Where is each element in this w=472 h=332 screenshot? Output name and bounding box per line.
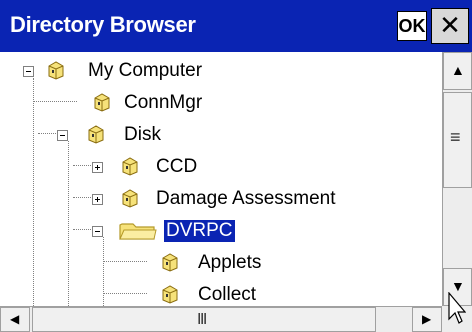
window-title: Directory Browser [10,12,196,37]
tree-item-my-computer[interactable]: My Computer [0,56,442,88]
right-arrow-icon: ▶ [422,312,432,326]
scroll-left-button[interactable]: ◀ [0,307,30,332]
mouse-cursor-icon [448,292,466,324]
tree-item-damage-assessment[interactable]: Damage Assessment [0,184,442,216]
tree-item-label: ConnMgr [124,92,203,113]
title-bar: Directory Browser OK ✕ [0,0,472,52]
tree-item-disk[interactable]: Disk [0,120,442,152]
tree-item-applets[interactable]: Applets [0,248,442,280]
horizontal-scroll-thumb[interactable]: Ⅲ [32,307,376,332]
tree-item-ccd[interactable]: CCD [0,152,442,184]
tree-item-dvrpc[interactable]: DVRPC [0,216,442,248]
expand-toggle-icon[interactable] [92,194,103,205]
folder-icon [94,93,110,112]
tree-item-label: CCD [156,156,198,177]
directory-tree: My Computer ConnMgr Disk CCD Damage Asse… [0,52,442,306]
tree-item-label: Applets [198,252,262,273]
vertical-scrollbar[interactable]: ▲ ≡ ▼ [442,52,472,306]
collapse-toggle-icon[interactable] [23,66,34,77]
tree-item-label: Damage Assessment [156,188,336,209]
grip-icon: ≡ [450,127,461,147]
left-arrow-icon: ◀ [10,312,20,326]
tree-item-connmgr[interactable]: ConnMgr [0,88,442,120]
vertical-scroll-thumb[interactable]: ≡ [443,92,472,188]
collapse-toggle-icon[interactable] [92,226,103,237]
computer-icon [48,61,64,80]
tree-item-label: DVRPC [164,220,235,242]
folder-icon [162,285,178,304]
folder-icon [122,189,138,208]
collapse-toggle-icon[interactable] [57,130,68,141]
folder-icon [122,157,138,176]
folder-icon [88,125,104,144]
grip-icon: Ⅲ [197,311,208,328]
tree-item-label: My Computer [88,60,203,81]
open-folder-icon [119,223,157,240]
expand-toggle-icon[interactable] [92,162,103,173]
scroll-up-button[interactable]: ▲ [443,52,472,90]
tree-item-label: Collect [198,284,257,305]
scrollbar-corner [442,292,472,332]
directory-browser-window: Directory Browser OK ✕ My Computer ConnM… [0,0,472,332]
up-arrow-icon: ▲ [451,62,465,78]
tree-item-collect[interactable]: Collect [0,280,442,306]
close-button[interactable]: ✕ [431,8,469,44]
ok-button[interactable]: OK [397,11,427,41]
folder-icon [162,253,178,272]
tree-item-label: Disk [124,124,161,145]
scroll-right-button[interactable]: ▶ [412,307,442,332]
horizontal-scrollbar[interactable]: ◀ Ⅲ ▶ [0,306,442,332]
